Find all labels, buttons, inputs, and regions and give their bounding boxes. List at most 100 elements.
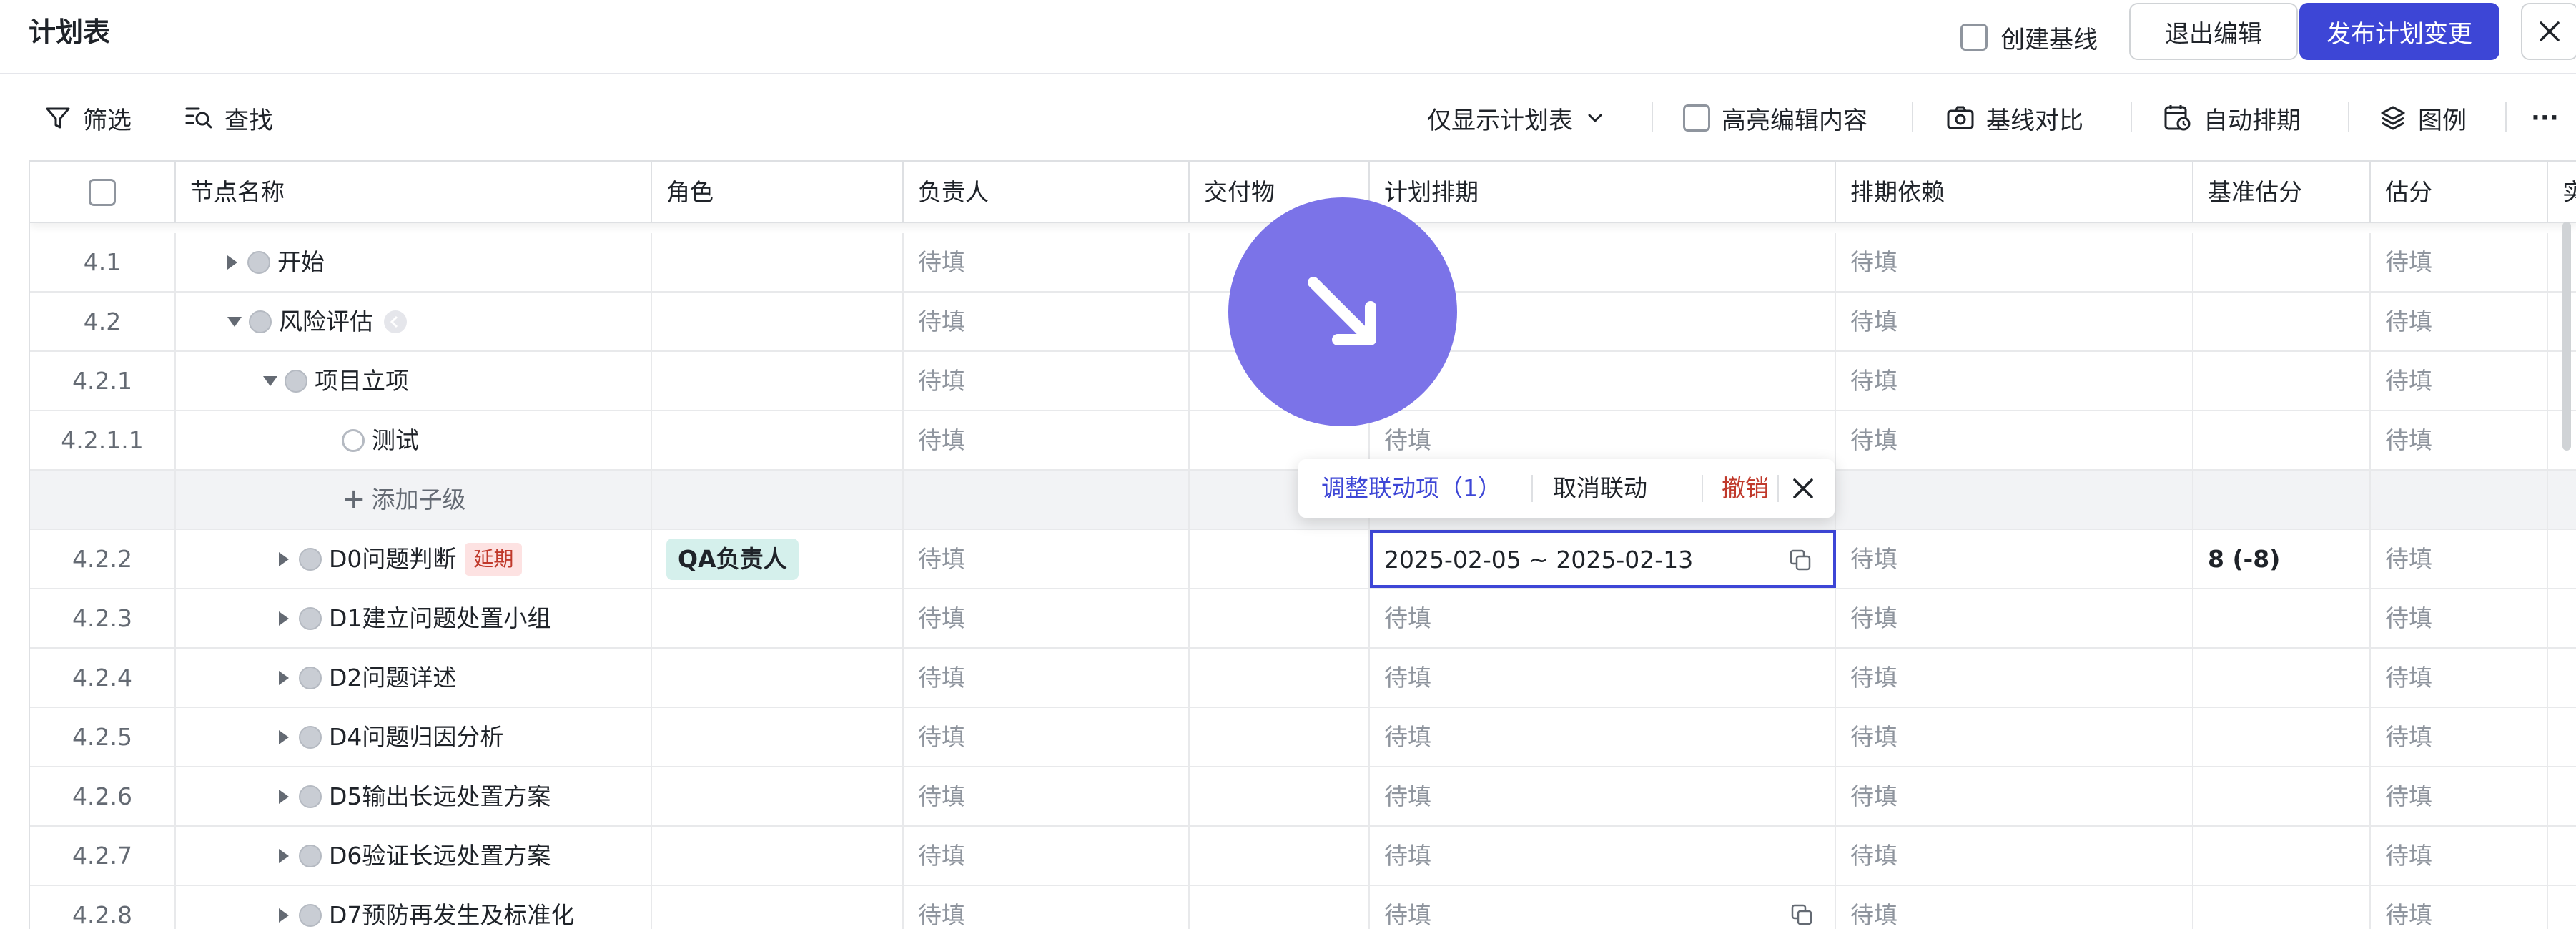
deliverable-cell[interactable] [1190,827,1370,885]
role-cell[interactable] [652,293,904,350]
create-baseline-checkbox[interactable]: 创建基线 [1960,16,2098,59]
expand-arrow-icon[interactable] [279,789,289,804]
estimate-cell[interactable]: 待填 [2371,649,2548,707]
dependency-cell[interactable]: 待填 [1836,411,2193,469]
owner-cell[interactable]: 待填 [904,708,1190,766]
collapse-arrow-icon[interactable] [227,316,242,327]
owner-cell[interactable]: 待填 [904,352,1190,410]
actual-cell[interactable] [2548,886,2576,929]
col-header-actual[interactable]: 实 [2548,162,2576,223]
baseline-estimate-cell[interactable] [2193,589,2371,647]
actual-cell[interactable] [2548,530,2576,588]
table-row[interactable]: 4.2.5 D4问题归因分析 待填 待填 待填 待填 [30,708,2576,767]
table-row[interactable]: 4.2.7 D6验证长远处置方案 待填 待填 待填 待填 [30,827,2576,886]
close-button[interactable] [2521,3,2576,60]
baseline-estimate-cell[interactable] [2193,827,2371,885]
role-cell[interactable] [652,233,904,291]
owner-cell[interactable]: 待填 [904,589,1190,647]
baseline-compare-button[interactable]: 基线对比 [1946,93,2083,143]
collapse-arrow-icon[interactable] [263,375,277,386]
dependency-cell[interactable]: 待填 [1836,649,2193,707]
owner-cell[interactable]: 待填 [904,827,1190,885]
table-row[interactable]: 4.2.4 D2问题详述 待填 待填 待填 待填 [30,649,2576,708]
baseline-estimate-cell[interactable] [2193,649,2371,707]
schedule-cell-selected[interactable]: 2025-02-05 ~ 2025-02-13 [1370,530,1836,588]
legend-button[interactable]: 图例 [2379,93,2467,143]
node-name-cell[interactable]: D1建立问题处置小组 [176,589,652,647]
dependency-cell[interactable]: 待填 [1836,886,2193,929]
role-cell[interactable] [652,649,904,707]
owner-cell[interactable]: 待填 [904,649,1190,707]
node-name-cell[interactable]: 风险评估 [176,293,652,350]
expand-arrow-icon[interactable] [279,848,289,863]
deliverable-cell[interactable] [1190,886,1370,929]
baseline-estimate-cell[interactable] [2193,352,2371,410]
select-all-cell[interactable] [30,162,176,223]
publish-plan-button[interactable]: 发布计划变更 [2299,3,2499,60]
actual-cell[interactable] [2548,827,2576,885]
node-name-cell[interactable]: 测试 [176,411,652,469]
checkbox-box[interactable] [1960,24,1988,51]
node-name-cell[interactable]: 项目立项 [176,352,652,410]
estimate-cell[interactable]: 待填 [2371,352,2548,410]
node-name-cell[interactable]: D6验证长远处置方案 [176,827,652,885]
owner-cell[interactable]: 待填 [904,411,1190,469]
adjust-linked-items-button[interactable]: 调整联动项（1） [1321,459,1501,518]
role-cell[interactable] [652,411,904,469]
actual-cell[interactable] [2548,708,2576,766]
actual-cell[interactable] [2548,589,2576,647]
checkbox-box[interactable] [1683,104,1710,132]
vertical-scrollbar[interactable] [2562,222,2571,451]
estimate-cell[interactable]: 待填 [2371,589,2548,647]
highlight-edits-checkbox[interactable]: 高亮编辑内容 [1683,93,1867,143]
schedule-cell[interactable]: 待填 [1370,649,1836,707]
schedule-cell[interactable]: 待填 [1370,589,1836,647]
estimate-cell[interactable]: 待填 [2371,411,2548,469]
dependency-cell[interactable]: 待填 [1836,827,2193,885]
copy-icon[interactable] [1790,903,1813,926]
baseline-estimate-cell[interactable] [2193,233,2371,291]
copy-icon[interactable] [1789,549,1812,571]
owner-cell[interactable]: 待填 [904,233,1190,291]
schedule-cell[interactable]: 待填 [1370,886,1836,929]
role-cell[interactable] [652,886,904,929]
actual-cell[interactable] [2548,767,2576,825]
role-cell[interactable] [652,589,904,647]
dependency-cell[interactable]: 待填 [1836,767,2193,825]
view-select[interactable]: 仅显示计划表 [1427,93,1606,143]
table-row[interactable]: 4.2.8 D7预防再发生及标准化 待填 待填 待填 待填 [30,886,2576,929]
add-child-cell[interactable]: + 添加子级 [176,471,652,529]
col-header-name[interactable]: 节点名称 [176,162,652,223]
exit-edit-button[interactable]: 退出编辑 [2129,3,2298,60]
expand-arrow-icon[interactable] [279,611,289,626]
role-cell[interactable] [652,827,904,885]
baseline-estimate-cell[interactable] [2193,886,2371,929]
cancel-linkage-button[interactable]: 取消联动 [1553,459,1647,518]
col-header-schedule[interactable]: 计划排期 [1370,162,1836,223]
find-button[interactable]: 查找 [184,93,273,143]
table-row[interactable]: 4.2.3 D1建立问题处置小组 待填 待填 待填 待填 [30,589,2576,649]
owner-cell[interactable]: 待填 [904,530,1190,588]
expand-arrow-icon[interactable] [227,255,237,270]
deliverable-cell[interactable] [1190,649,1370,707]
col-header-estimate[interactable]: 估分 [2371,162,2548,223]
schedule-cell[interactable]: 待填 [1370,767,1836,825]
table-row[interactable]: 4.2.2 D0问题判断 延期 QA负责人 待填 2025-02-05 ~ 20… [30,530,2576,589]
undo-button[interactable]: 撤销 [1722,459,1769,518]
owner-cell[interactable]: 待填 [904,293,1190,350]
role-cell[interactable] [652,352,904,410]
more-menu-button[interactable]: ··· [2531,93,2559,143]
expand-arrow-icon[interactable] [279,551,289,566]
estimate-cell[interactable]: 待填 [2371,708,2548,766]
col-header-dependency[interactable]: 排期依赖 [1836,162,2193,223]
deliverable-cell[interactable] [1190,589,1370,647]
estimate-cell[interactable]: 待填 [2371,886,2548,929]
filter-button[interactable]: 筛选 [44,93,132,143]
baseline-estimate-cell[interactable] [2193,293,2371,350]
estimate-cell[interactable]: 待填 [2371,233,2548,291]
baseline-estimate-cell[interactable] [2193,411,2371,469]
deliverable-cell[interactable] [1190,530,1370,588]
dependency-cell[interactable]: 待填 [1836,233,2193,291]
deliverable-cell[interactable] [1190,767,1370,825]
node-name-cell[interactable]: 开始 [176,233,652,291]
